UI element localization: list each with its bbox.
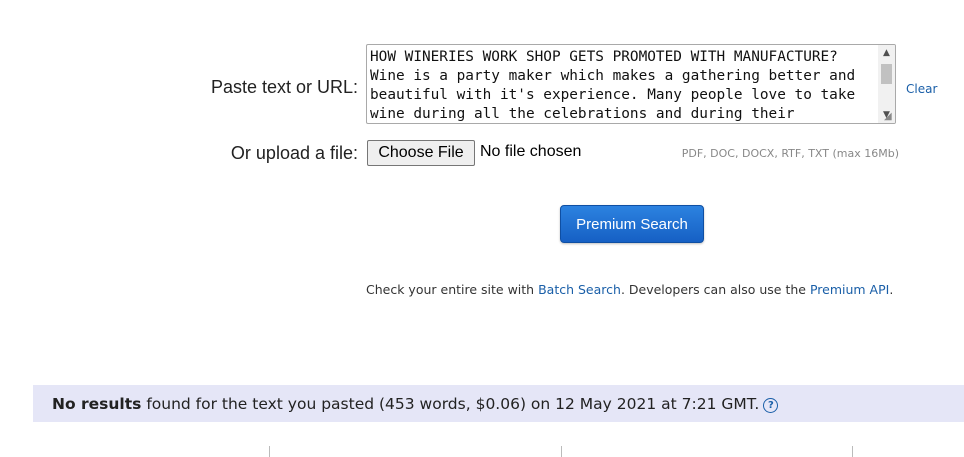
page: Paste text or URL: HOW WINERIES WORK SHO… (0, 0, 964, 457)
results-bar: No results found for the text you pasted… (33, 385, 964, 422)
upload-file-label: Or upload a file: (230, 143, 358, 163)
resize-grip-icon[interactable]: ◢ (884, 112, 894, 122)
clear-link[interactable]: Clear (906, 82, 937, 96)
info-middle: . Developers can also use the (620, 282, 810, 297)
info-line: Check your entire site with Batch Search… (366, 282, 893, 297)
info-suffix: . (889, 282, 894, 297)
premium-search-button[interactable]: Premium Search (560, 205, 704, 243)
results-detail: found for the text you pasted (453 words… (141, 395, 760, 413)
column-divider (269, 446, 270, 457)
column-divider (561, 446, 562, 457)
question-circle-icon[interactable]: ? (763, 398, 779, 413)
file-formats-hint: PDF, DOC, DOCX, RTF, TXT (max 16Mb) (681, 147, 899, 160)
column-divider (852, 446, 853, 457)
scroll-up-icon[interactable]: ▲ (878, 45, 895, 61)
paste-text-label: Paste text or URL: (210, 77, 358, 97)
premium-api-link[interactable]: Premium API (810, 282, 889, 297)
text-input-area[interactable]: HOW WINERIES WORK SHOP GETS PROMOTED WIT… (366, 44, 896, 124)
text-input-value[interactable]: HOW WINERIES WORK SHOP GETS PROMOTED WIT… (370, 48, 876, 123)
results-message: No results found for the text you pasted… (52, 395, 779, 413)
info-prefix: Check your entire site with (366, 282, 539, 297)
file-status-text: No file chosen (480, 143, 582, 160)
no-results-label: No results (52, 395, 142, 413)
batch-search-link[interactable]: Batch Search (538, 282, 621, 297)
scroll-thumb[interactable] (881, 64, 892, 84)
choose-file-button[interactable]: Choose File (367, 140, 475, 166)
